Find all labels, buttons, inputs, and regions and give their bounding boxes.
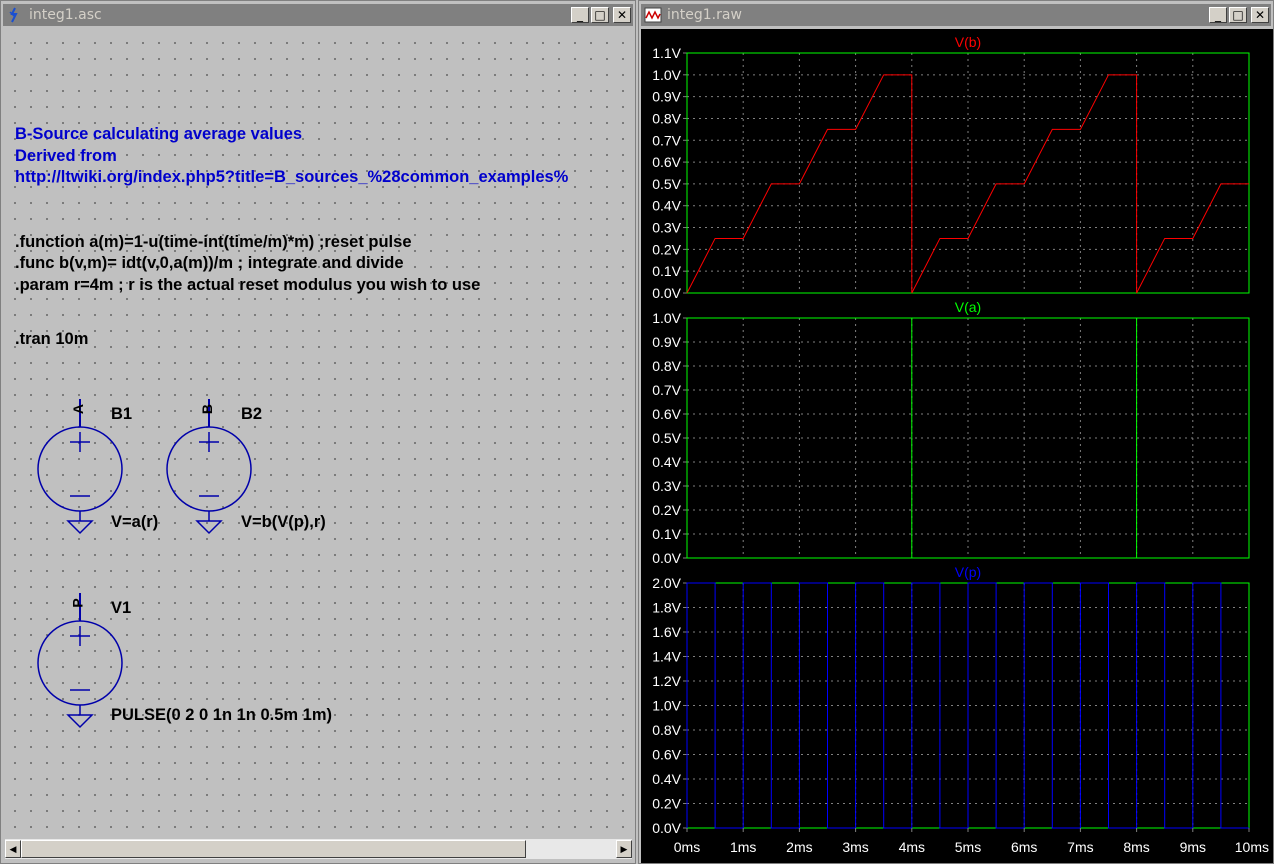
y-tick-label: 0.2V	[652, 502, 681, 518]
b1-value: V=a(r)	[111, 513, 159, 531]
y-tick-label: 1.0V	[652, 310, 681, 326]
y-tick-label: 0.4V	[652, 454, 681, 470]
y-tick-label: 0.0V	[652, 820, 681, 836]
b2-name: B2	[241, 405, 263, 423]
comment-line-2: Derived from	[15, 147, 117, 165]
x-tick-label: 8ms	[1123, 839, 1149, 855]
y-tick-label: 0.0V	[652, 550, 681, 566]
y-tick-label: 0.8V	[652, 722, 681, 738]
waveform-title: integ1.raw	[667, 7, 742, 23]
y-tick-label: 0.4V	[652, 198, 681, 214]
minimize-button[interactable]: _	[571, 7, 589, 23]
comment-line-1: B-Source calculating average values	[15, 125, 303, 143]
schematic-title: integ1.asc	[29, 7, 102, 23]
v1-name: V1	[111, 599, 132, 617]
y-tick-label: 0.3V	[652, 478, 681, 494]
net-label-p: P	[69, 598, 86, 608]
x-tick-label: 3ms	[842, 839, 868, 855]
trace-title: V(a)	[955, 299, 981, 315]
schematic-canvas[interactable]: B-Source calculating average values Deri…	[5, 29, 632, 839]
maximize-button[interactable]: □	[591, 7, 609, 23]
close-button[interactable]: ✕	[613, 7, 631, 23]
schematic-window: integ1.asc _ □ ✕ B-Source calculating av…	[0, 0, 636, 864]
b2-value: V=b(V(p),r)	[241, 513, 326, 531]
y-tick-label: 1.1V	[652, 45, 681, 61]
b1-name: B1	[111, 405, 133, 423]
y-tick-label: 2.0V	[652, 575, 681, 591]
y-tick-label: 0.4V	[652, 771, 681, 787]
y-tick-label: 0.2V	[652, 796, 681, 812]
scroll-right-button[interactable]: ▶	[616, 840, 632, 858]
y-tick-label: 0.8V	[652, 358, 681, 374]
y-tick-label: 1.6V	[652, 624, 681, 640]
schematic-app-icon	[9, 7, 18, 23]
y-tick-label: 0.9V	[652, 89, 681, 105]
x-tick-label: 2ms	[786, 839, 812, 855]
y-tick-label: 0.5V	[652, 430, 681, 446]
waveform-titlebar[interactable]: integ1.raw _ □ ✕	[641, 4, 1271, 26]
y-tick-label: 0.6V	[652, 154, 681, 170]
y-tick-label: 0.7V	[652, 132, 681, 148]
x-tick-label: 1ms	[730, 839, 756, 855]
directive-param-r[interactable]: .param r=4m ; r is the actual reset modu…	[15, 276, 480, 295]
x-tick-label: 4ms	[899, 839, 925, 855]
scroll-thumb[interactable]	[21, 840, 526, 858]
schematic-titlebar[interactable]: integ1.asc _ □ ✕	[3, 4, 633, 26]
waveform-svg: 0.0V 0.1V 0.2V 0.3V 0.4V 0.5V 0.6V 0.7V 0.8V 0.9V…	[652, 34, 1269, 855]
y-tick-label: 0.6V	[652, 747, 681, 763]
comment-line-3: http://ltwiki.org/index.php5?title=B_sou…	[15, 168, 569, 186]
x-tick-label: 10ms	[1235, 839, 1269, 855]
x-tick-label: 5ms	[955, 839, 981, 855]
y-tick-label: 0.1V	[652, 263, 681, 279]
y-tick-label: 1.0V	[652, 67, 681, 83]
minimize-button[interactable]: _	[1209, 7, 1227, 23]
waveform-app-icon	[644, 7, 662, 23]
y-tick-label: 0.5V	[652, 176, 681, 192]
net-label-b: B	[199, 403, 216, 415]
waveform-plot-area[interactable]: 0.0V 0.1V 0.2V 0.3V 0.4V 0.5V 0.6V 0.7V 0.8V 0.9V…	[641, 29, 1273, 863]
y-tick-label: 0.7V	[652, 382, 681, 398]
scroll-left-button[interactable]: ◀	[5, 840, 21, 858]
y-tick-label: 0.3V	[652, 220, 681, 236]
y-tick-label: 0.6V	[652, 406, 681, 422]
y-tick-label: 1.2V	[652, 673, 681, 689]
trace-title: V(p)	[955, 564, 981, 580]
x-tick-label: 7ms	[1067, 839, 1093, 855]
maximize-button[interactable]: □	[1229, 7, 1247, 23]
directive-function-a[interactable]: .function a(m)=1-u(time-int(time/m)*m) ;…	[15, 233, 412, 252]
trace-vp	[686, 582, 1249, 829]
y-tick-label: 1.0V	[652, 698, 681, 714]
waveform-window: integ1.raw _ □ ✕ 0.0V 0.1V 0.2V 0.3V 0.4V 0.5…	[638, 0, 1274, 864]
v1-value: PULSE(0 2 0 1n 1n 0.5m 1m)	[111, 706, 333, 724]
x-tick-label: 0ms	[674, 839, 700, 855]
x-tick-label: 9ms	[1180, 839, 1206, 855]
y-tick-label: 0.8V	[652, 110, 681, 126]
y-tick-label: 0.2V	[652, 241, 681, 257]
close-button[interactable]: ✕	[1251, 7, 1269, 23]
net-label-a: A	[70, 403, 87, 415]
y-tick-label: 1.4V	[652, 649, 681, 665]
y-tick-label: 1.8V	[652, 600, 681, 616]
trace-title: V(b)	[955, 34, 981, 50]
x-tick-label: 6ms	[1011, 839, 1037, 855]
directive-func-b[interactable]: .func b(v,m)= idt(v,0,a(m))/m ; integrat…	[15, 254, 404, 273]
directive-tran[interactable]: .tran 10m	[15, 330, 88, 349]
y-tick-label: 0.0V	[652, 285, 681, 301]
y-tick-label: 0.1V	[652, 526, 681, 542]
horizontal-scrollbar[interactable]: ◀ ▶	[5, 839, 632, 859]
y-tick-label: 0.9V	[652, 334, 681, 350]
